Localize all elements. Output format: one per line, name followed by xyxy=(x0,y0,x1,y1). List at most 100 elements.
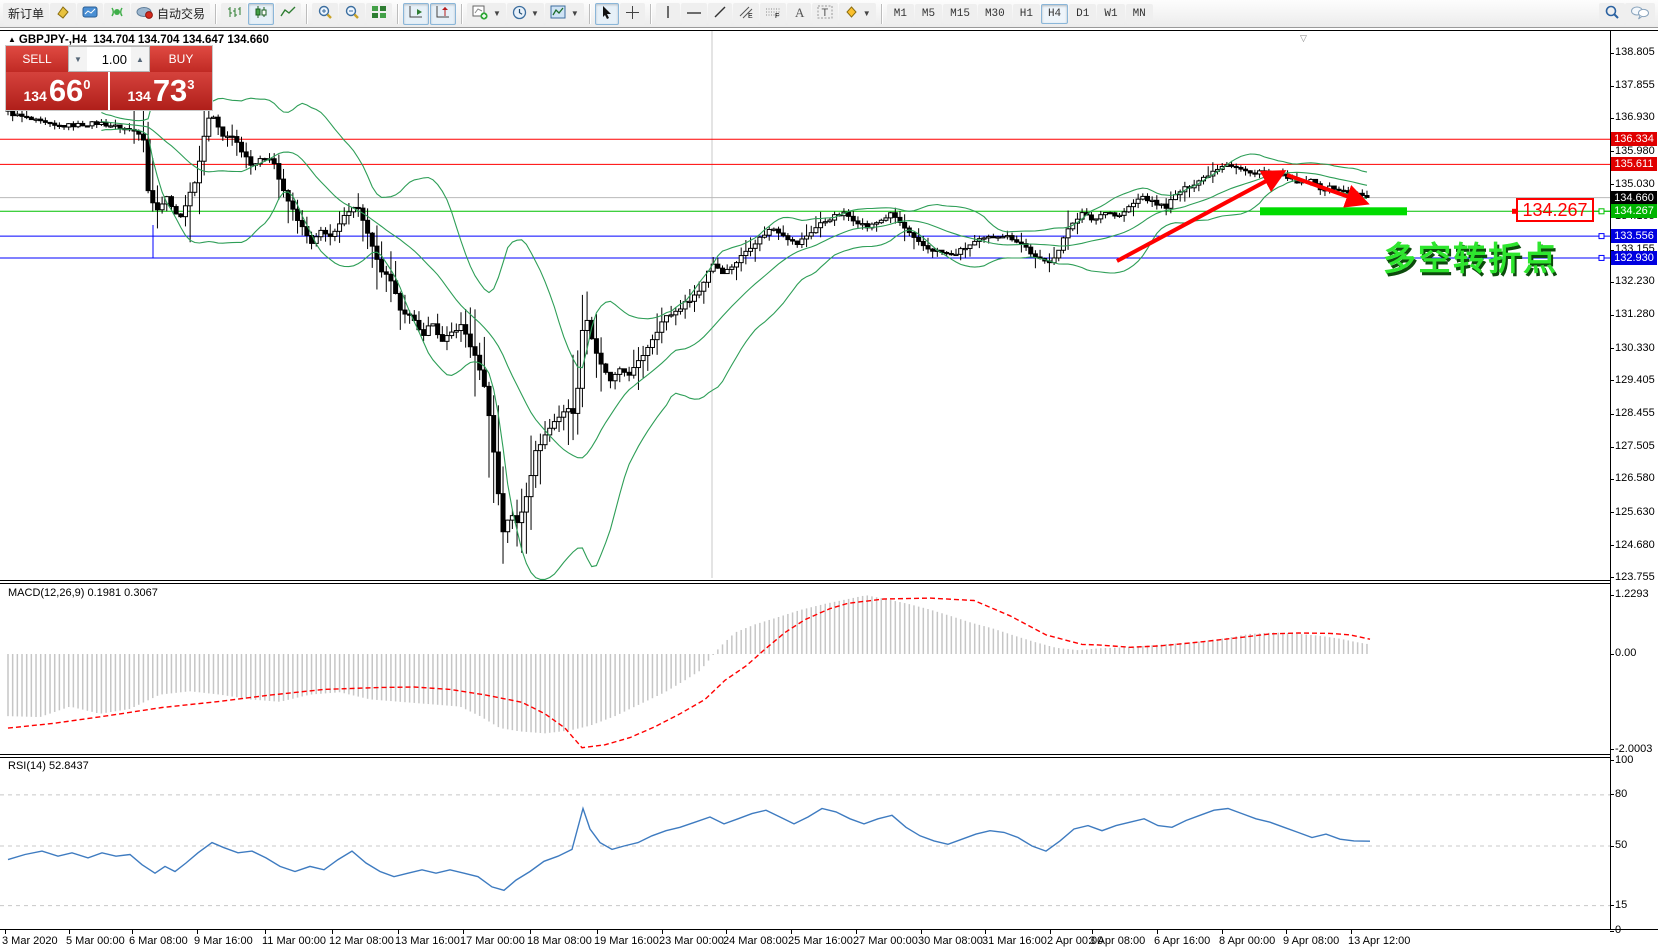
time-axis-tick xyxy=(132,930,133,934)
macd-top-border xyxy=(0,583,1610,584)
time-axis-label: 9 Mar 16:00 xyxy=(194,935,253,947)
time-axis-label: 9 Apr 08:00 xyxy=(1283,935,1339,947)
text-label-tool[interactable]: T xyxy=(812,3,838,25)
time-axis-label: 30 Mar 08:00 xyxy=(918,935,983,947)
buy-price[interactable]: 134 73 3 xyxy=(110,72,212,110)
market-watch-icon-button[interactable] xyxy=(50,3,76,25)
zoom-in-icon xyxy=(317,5,333,23)
chart-shift-marker-icon[interactable]: ▽ xyxy=(1300,33,1307,44)
line-handle xyxy=(1599,234,1604,239)
svg-text:T: T xyxy=(821,7,828,19)
buy-button[interactable]: BUY xyxy=(150,46,212,72)
rsi-top-border xyxy=(0,757,1610,758)
volume-value[interactable]: 1.00 xyxy=(87,47,131,71)
vertical-line-tool[interactable] xyxy=(656,3,680,25)
timeframe-d1[interactable]: D1 xyxy=(1069,4,1096,24)
zoom-in-button[interactable] xyxy=(312,3,338,25)
price-axis-label: 130.330 xyxy=(1615,342,1655,354)
templates-button[interactable]: ▼ xyxy=(545,3,584,25)
svg-text:A: A xyxy=(795,5,805,19)
volume-decrease-button[interactable]: ▼ xyxy=(69,47,87,71)
shapes-tool[interactable]: ▼ xyxy=(839,3,876,25)
profiles-button[interactable]: ▼ xyxy=(507,3,544,25)
rsi-line xyxy=(8,809,1370,891)
timeframe-m5[interactable]: M5 xyxy=(915,4,942,24)
horizontal-line-tool[interactable] xyxy=(681,3,707,25)
cursor-button[interactable] xyxy=(595,3,619,25)
search-button[interactable] xyxy=(1599,3,1625,25)
chat-button[interactable] xyxy=(1625,3,1655,25)
rsi-pane[interactable] xyxy=(0,757,1610,929)
price-axis-tick xyxy=(1610,512,1614,513)
mt4-window: { "toolbar": { "new_order_label": "新订单",… xyxy=(0,0,1658,952)
time-axis-tick xyxy=(1286,930,1287,934)
time-axis-tick xyxy=(332,930,333,934)
separator xyxy=(881,4,882,24)
crosshair-button[interactable] xyxy=(620,3,645,25)
line-handle xyxy=(1599,209,1604,214)
timeframe-w1[interactable]: W1 xyxy=(1097,4,1124,24)
rsi-axis-label: 15 xyxy=(1615,899,1627,911)
price-axis-label: 124.680 xyxy=(1615,539,1655,551)
channel-tool[interactable]: F xyxy=(760,3,786,25)
text-a-icon: A xyxy=(793,5,805,22)
macd-axis-label: 1.2293 xyxy=(1615,588,1649,600)
timeframe-mn[interactable]: MN xyxy=(1126,4,1153,24)
price-axis-label: 135.980 xyxy=(1615,145,1655,157)
timeframe-m15[interactable]: M15 xyxy=(943,4,977,24)
price-axis-tick xyxy=(1610,118,1614,119)
time-axis-border xyxy=(0,929,1658,930)
price-chart-pane[interactable] xyxy=(0,31,1610,580)
time-axis-label: 6 Apr 16:00 xyxy=(1154,935,1210,947)
annotation-text[interactable]: 多空转折点 xyxy=(1383,232,1558,280)
tile-windows-button[interactable] xyxy=(366,3,392,25)
chart-shift-icon xyxy=(435,5,451,22)
chart-shift-button[interactable] xyxy=(430,3,456,25)
time-axis-tick xyxy=(1092,930,1093,934)
autotrading-button[interactable]: 自动交易 xyxy=(131,3,210,25)
sell-button[interactable]: SELL xyxy=(6,46,68,72)
rsi-indicator-label: RSI(14) 52.8437 xyxy=(8,760,89,772)
macd-rsi-divider xyxy=(0,754,1610,755)
svg-text:F: F xyxy=(775,13,779,19)
zoom-out-button[interactable] xyxy=(339,3,365,25)
timeframe-m30[interactable]: M30 xyxy=(978,4,1012,24)
new-chart-button[interactable]: ▼ xyxy=(467,3,506,25)
price-badge: 133.556 xyxy=(1611,229,1657,243)
timeframe-h4[interactable]: H4 xyxy=(1041,4,1068,24)
price-callout-box[interactable]: 134.267 xyxy=(1516,198,1594,222)
time-axis-tick xyxy=(197,930,198,934)
trendline-tool[interactable] xyxy=(708,3,732,25)
volume-increase-button[interactable]: ▲ xyxy=(131,47,149,71)
fibonacci-tool[interactable]: E xyxy=(733,3,759,25)
text-tool[interactable]: A xyxy=(787,3,811,25)
price-axis-label: 135.030 xyxy=(1615,178,1655,190)
candlestick-mode-button[interactable] xyxy=(248,3,274,25)
rsi-axis-label: 80 xyxy=(1615,788,1627,800)
time-axis-label: 25 Mar 16:00 xyxy=(788,935,853,947)
price-axis-label: 123.755 xyxy=(1615,571,1655,583)
sell-price[interactable]: 134 66 0 xyxy=(6,72,108,110)
auto-scroll-button[interactable] xyxy=(403,3,429,25)
line-chart-mode-button[interactable] xyxy=(275,3,301,25)
sell-price-base: 134 xyxy=(23,88,46,104)
collapse-triangle-icon: ▲ xyxy=(8,35,16,44)
time-axis-tick xyxy=(726,930,727,934)
terminal-icon-button[interactable] xyxy=(77,3,103,25)
rsi-axis-label: 100 xyxy=(1615,754,1633,766)
separator xyxy=(397,4,398,24)
bar-chart-mode-button[interactable] xyxy=(221,3,247,25)
new-order-button[interactable]: 新订单 xyxy=(3,3,49,25)
one-click-trading-panel: SELL ▼ 1.00 ▲ BUY 134 66 0 134 73 3 xyxy=(5,45,213,111)
signal-icon-button[interactable] xyxy=(104,3,130,25)
macd-pane[interactable] xyxy=(0,583,1610,754)
time-axis-tick xyxy=(791,930,792,934)
time-axis-label: 5 Mar 00:00 xyxy=(66,935,125,947)
auto-scroll-icon xyxy=(408,5,424,22)
timeframe-h1[interactable]: H1 xyxy=(1013,4,1040,24)
price-axis-label: 132.230 xyxy=(1615,275,1655,287)
chart-top-border xyxy=(0,30,1658,31)
time-axis-label: 6 Mar 08:00 xyxy=(129,935,188,947)
timeframe-m1[interactable]: M1 xyxy=(887,4,914,24)
price-axis-label: 128.455 xyxy=(1615,407,1655,419)
